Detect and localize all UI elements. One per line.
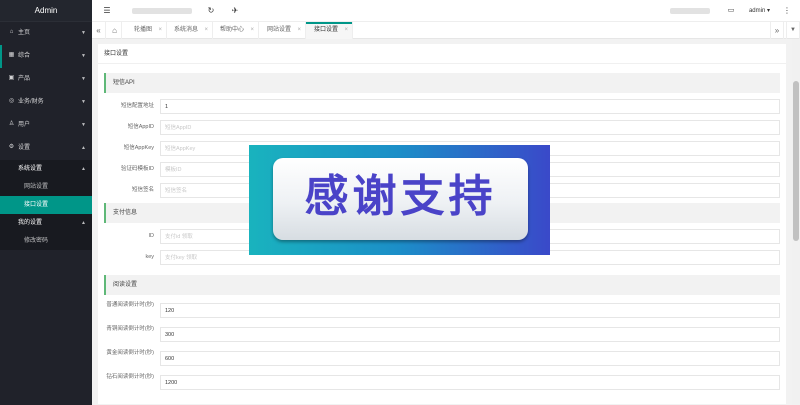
tab-api-settings[interactable]: 接口设置 × [306,22,354,39]
field-bronze-countdown: 青铜阅读倒计时(秒) [104,324,780,348]
close-icon[interactable]: × [251,22,255,39]
home-icon: ⌂ [9,28,14,35]
theme-icon[interactable]: ▭ [726,6,736,16]
sidebar-item-general[interactable]: ▦ 综合 ▼ [0,45,92,68]
user-icon: ♙ [8,120,15,127]
chevron-down-icon: ▼ [81,76,86,82]
gear-icon: ⚙ [8,143,15,150]
tabs-prev-icon[interactable]: « [92,22,106,39]
gold-countdown-input[interactable] [160,351,780,366]
page-title: 接口设置 [98,44,786,64]
field-label: key [145,254,154,260]
tabs-menu-icon[interactable]: ▼ [786,22,800,39]
sidebar-item-users[interactable]: ♙ 用户 ▼ [0,114,92,137]
submenu-my-settings[interactable]: 我的设置 ▲ [0,214,92,232]
blurred-user-info [670,8,710,14]
field-label: 短信AppKey [123,145,154,151]
section-sms-api: 短信API [104,73,780,93]
submenu-label: 系统设置 [18,166,43,172]
field-label: 钻石阅读倒计时(秒) [106,374,154,380]
field-sms-url: 短信配置地址 [104,98,780,119]
chevron-up-icon: ▲ [81,166,86,172]
field-label: ID [148,233,155,239]
field-label: 短信签名 [131,187,154,193]
tab-label: 网站设置 [267,27,292,33]
tabs-next-icon[interactable]: » [770,22,784,39]
grid-icon: ▦ [8,51,15,58]
menu-toggle-icon[interactable]: ☰ [102,6,112,16]
close-icon[interactable]: × [298,22,302,39]
field-sms-appid: 短信AppID [104,119,780,140]
sidebar-item-label: 产品 [18,76,31,82]
field-label: 青铜阅读倒计时(秒) [106,326,154,332]
chevron-up-icon: ▲ [81,220,86,226]
sidebar-item-products[interactable]: ▣ 产品 ▼ [0,68,92,91]
user-menu[interactable]: admin ▾ [749,7,770,14]
more-icon[interactable]: ⋮ [782,6,792,16]
sidebar-item-label: 主页 [18,30,31,36]
field-label: 短信配置地址 [120,103,154,109]
sidebar-item-business[interactable]: ◎ 业务/财务 ▼ [0,91,92,114]
close-icon[interactable]: × [159,22,163,39]
sms-url-input[interactable] [160,99,780,114]
chevron-up-icon: ▲ [81,145,86,151]
section-reading: 阅读设置 [104,275,780,295]
tab-system-messages[interactable]: 系统消息 × [166,22,214,39]
submenu-label: 我的设置 [18,220,43,226]
submenu-item-api-settings[interactable]: 接口设置 [0,196,92,214]
tab-site-settings[interactable]: 网站设置 × [259,22,307,39]
banner-text: 感谢支持 [304,171,497,222]
chevron-down-icon: ▼ [81,122,86,128]
chevron-down-icon: ▼ [81,30,86,36]
tab-label: 轮播图 [134,27,153,33]
sms-appid-input[interactable] [160,120,780,135]
pin-icon[interactable]: ✈ [230,6,240,16]
home-tab-icon[interactable]: ⌂ [108,22,122,39]
sidebar-item-label: 用户 [18,122,31,128]
sidebar-item-label: 业务/财务 [18,99,44,105]
tab-label: 接口设置 [314,27,339,33]
refresh-icon[interactable]: ↻ [206,6,216,16]
sidebar-item-settings[interactable]: ⚙ 设置 ▲ [0,137,92,160]
page-scrollbar[interactable] [792,39,800,405]
submenu-system-settings[interactable]: 系统设置 ▲ [0,160,92,178]
tab-label: 帮助中心 [220,27,245,33]
thanks-banner: 感谢支持 [249,145,550,255]
field-label: 短信AppID [127,124,154,130]
bronze-countdown-input[interactable] [160,327,780,342]
normal-countdown-input[interactable] [160,303,780,318]
field-label: 普通阅读倒计时(秒) [106,302,154,308]
tab-help-center[interactable]: 帮助中心 × [212,22,260,39]
tab-carousel[interactable]: 轮播图 × [126,22,168,39]
close-icon[interactable]: × [345,22,349,39]
sidebar: Admin ⌂ 主页 ▼ ▦ 综合 ▼ ▣ 产品 ▼ ◎ 业务/财务 ▼ ♙ 用户 ▼ ⚙… [0,0,92,405]
blurred-url [132,8,192,14]
tab-label: 系统消息 [174,27,199,33]
settings-submenu: 系统设置 ▲ 网站设置 接口设置 我的设置 ▲ 修改密码 [0,160,92,250]
field-diamond-countdown: 钻石阅读倒计时(秒) [104,372,780,396]
sidebar-item-home[interactable]: ⌂ 主页 ▼ [0,22,92,45]
tabs-bar: « ⌂ 轮播图 × 系统消息 × 帮助中心 × 网站设置 × 接口设置 × » ▼ [92,22,800,39]
chevron-down-icon: ▼ [81,53,86,59]
sidebar-item-label: 设置 [18,145,31,151]
diamond-countdown-input[interactable] [160,375,780,390]
close-icon[interactable]: × [205,22,209,39]
money-icon: ◎ [8,97,15,104]
field-normal-countdown: 普通阅读倒计时(秒) [104,300,780,324]
field-label: 验证码模板ID [120,166,154,172]
app-brand[interactable]: Admin [0,0,92,22]
field-label: 黄金阅读倒计时(秒) [106,350,154,356]
top-header: ☰ ↻ ✈ ▭ admin ▾ ⋮ [92,0,800,22]
scrollbar-thumb[interactable] [793,81,799,241]
field-gold-countdown: 黄金阅读倒计时(秒) [104,348,780,372]
sidebar-item-label: 综合 [18,53,31,59]
chevron-down-icon: ▼ [81,99,86,105]
box-icon: ▣ [8,74,15,81]
submenu-item-site-settings[interactable]: 网站设置 [0,178,92,196]
banner-panel: 感谢支持 [273,158,528,240]
submenu-item-change-password[interactable]: 修改密码 [0,232,92,250]
